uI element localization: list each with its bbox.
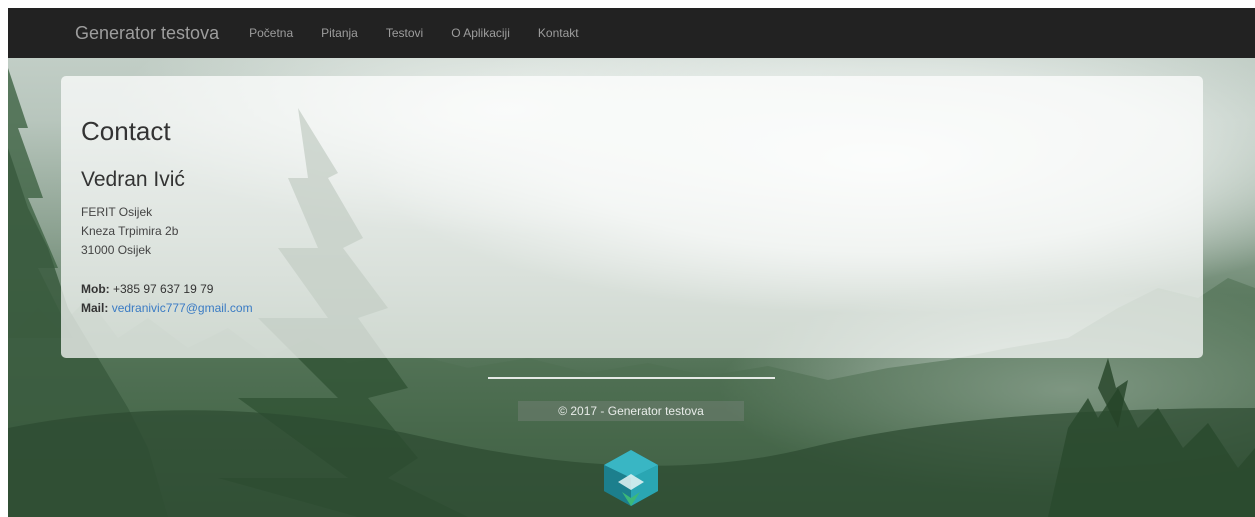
nav-link-testovi[interactable]: Testovi bbox=[386, 26, 423, 40]
top-navbar: Generator testova Početna Pitanja Testov… bbox=[8, 8, 1255, 58]
mail-link[interactable]: vedranivic777@gmail.com bbox=[112, 301, 253, 315]
mobile-row: Mob: +385 97 637 19 79 bbox=[81, 280, 253, 299]
hexagon-logo-icon bbox=[604, 450, 658, 506]
nav-link-pitanja[interactable]: Pitanja bbox=[321, 26, 358, 40]
nav-link-o-aplikaciji[interactable]: O Aplikaciji bbox=[451, 26, 510, 40]
page-title: Contact bbox=[81, 116, 171, 146]
footer-divider bbox=[488, 377, 775, 379]
contact-name: Vedran Ivić bbox=[81, 168, 185, 191]
page-frame: Generator testova Početna Pitanja Testov… bbox=[8, 8, 1255, 517]
contact-panel: Contact Vedran Ivić FERIT Osijek Kneza T… bbox=[61, 76, 1203, 358]
contact-details: Mob: +385 97 637 19 79 Mail: vedranivic7… bbox=[81, 280, 253, 318]
address-line-street: Kneza Trpimira 2b bbox=[81, 224, 179, 238]
address-line-institution: FERIT Osijek bbox=[81, 205, 153, 219]
mail-row: Mail: vedranivic777@gmail.com bbox=[81, 299, 253, 318]
address-line-city: 31000 Osijek bbox=[81, 243, 152, 257]
nav-link-pocetna[interactable]: Početna bbox=[249, 26, 293, 40]
footer-copyright: © 2017 - Generator testova bbox=[518, 401, 744, 421]
mobile-value: +385 97 637 19 79 bbox=[113, 282, 214, 296]
address-block: FERIT Osijek Kneza Trpimira 2b 31000 Osi… bbox=[81, 203, 178, 260]
nav-link-kontakt[interactable]: Kontakt bbox=[538, 26, 579, 40]
brand-link[interactable]: Generator testova bbox=[75, 23, 219, 44]
mobile-label: Mob: bbox=[81, 282, 110, 296]
mail-label: Mail: bbox=[81, 301, 109, 315]
